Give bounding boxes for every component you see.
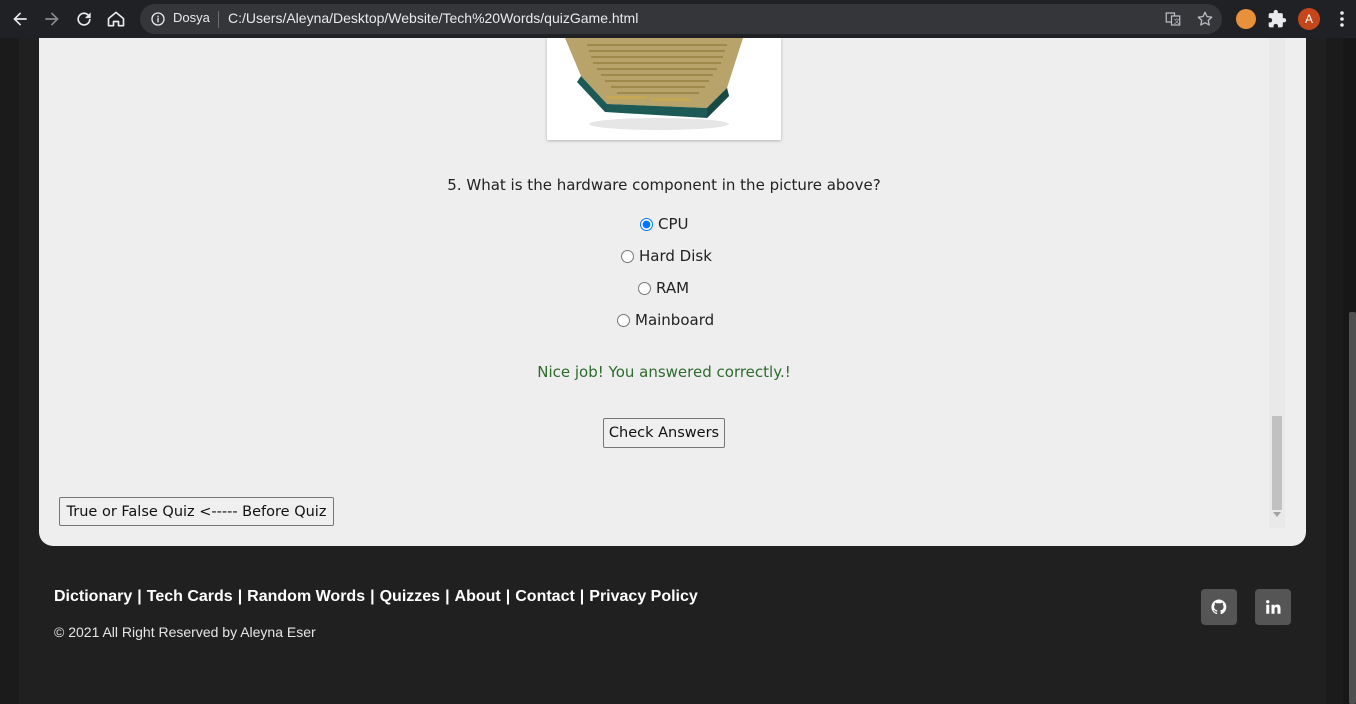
- site-name: Dosya: [173, 10, 210, 25]
- footer-separator: |: [137, 588, 142, 605]
- reload-icon[interactable]: [68, 3, 100, 35]
- footer-link-random-words[interactable]: Random Words: [247, 588, 365, 606]
- copyright-text: © 2021 All Right Reserved by Aleyna Eser: [54, 624, 316, 640]
- radio-mainboard[interactable]: [617, 313, 630, 327]
- option-hard-disk[interactable]: Hard Disk: [621, 247, 712, 265]
- linkedin-icon[interactable]: [1255, 589, 1291, 625]
- check-answers-button[interactable]: Check Answers: [603, 418, 725, 448]
- browser-toolbar: Dosya C:/Users/Aleyna/Desktop/Website/Te…: [0, 0, 1356, 38]
- profile-avatar[interactable]: A: [1298, 8, 1320, 30]
- address-bar[interactable]: Dosya C:/Users/Aleyna/Desktop/Website/Te…: [140, 4, 1222, 34]
- extension-icon[interactable]: [1236, 9, 1256, 29]
- option-label: RAM: [656, 279, 690, 297]
- answer-feedback: Nice job! You answered correctly.!: [537, 363, 791, 381]
- footer-separator: |: [505, 588, 511, 605]
- option-mainboard[interactable]: Mainboard: [617, 311, 714, 329]
- page-scrollbar-thumb[interactable]: [1349, 312, 1356, 704]
- footer-separator: |: [579, 588, 585, 605]
- footer-separator: |: [445, 588, 450, 605]
- footer-link-dictionary[interactable]: Dictionary: [54, 588, 132, 606]
- option-label: CPU: [658, 215, 689, 233]
- url-text[interactable]: C:/Users/Aleyna/Desktop/Website/Tech%20W…: [228, 10, 638, 26]
- inner-scrollbar-thumb[interactable]: [1272, 416, 1282, 510]
- address-divider: [218, 11, 219, 28]
- home-icon[interactable]: [100, 3, 132, 35]
- translate-icon[interactable]: 文: [1164, 10, 1182, 28]
- footer-link-quizzes[interactable]: Quizzes: [380, 588, 440, 606]
- footer-link-contact[interactable]: Contact: [515, 588, 575, 606]
- footer-link-privacy-policy[interactable]: Privacy Policy: [589, 588, 698, 606]
- option-label: Mainboard: [635, 311, 715, 329]
- bookmark-star-icon[interactable]: [1196, 10, 1214, 28]
- option-ram[interactable]: RAM: [638, 279, 689, 297]
- radio-ram[interactable]: [638, 281, 651, 295]
- svg-text:文: 文: [1174, 18, 1180, 26]
- question-text: 5. What is the hardware component in the…: [447, 176, 881, 194]
- back-icon[interactable]: [4, 3, 36, 35]
- forward-icon[interactable]: [36, 3, 68, 35]
- menu-kebab-icon[interactable]: [1334, 10, 1350, 28]
- quiz-card: 5. What is the hardware component in the…: [39, 38, 1306, 546]
- footer-nav: Dictionary | Tech Cards | Random Words |…: [54, 588, 698, 606]
- info-icon[interactable]: [150, 11, 166, 27]
- footer-link-about[interactable]: About: [455, 588, 501, 606]
- github-icon[interactable]: [1201, 589, 1237, 625]
- footer-separator: |: [370, 588, 375, 605]
- footer-link-tech-cards[interactable]: Tech Cards: [147, 588, 233, 606]
- radio-cpu[interactable]: [640, 217, 653, 231]
- footer-separator: |: [237, 588, 243, 605]
- option-cpu[interactable]: CPU: [640, 215, 689, 233]
- extensions-puzzle-icon[interactable]: [1261, 3, 1293, 35]
- before-quiz-button[interactable]: True or False Quiz <----- Before Quiz: [59, 497, 334, 526]
- option-label: Hard Disk: [639, 247, 712, 265]
- cpu-image: [547, 38, 781, 140]
- radio-hard-disk[interactable]: [621, 249, 634, 263]
- scroll-down-arrow-icon[interactable]: [1273, 512, 1281, 517]
